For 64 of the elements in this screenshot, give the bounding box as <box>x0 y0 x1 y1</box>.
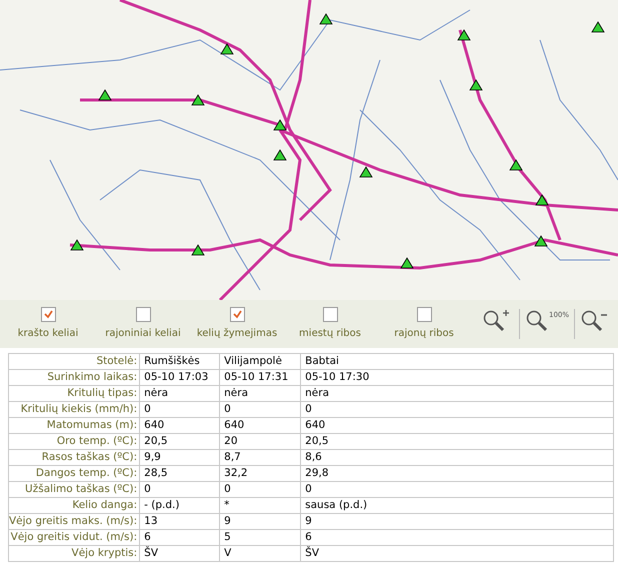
table-cell: 28,5 <box>140 466 220 482</box>
table-cell: V <box>220 546 301 562</box>
row-label: Stotelė: <box>8 354 140 370</box>
table-cell: 0 <box>300 482 614 498</box>
checkbox[interactable] <box>322 307 338 322</box>
checkbox[interactable] <box>416 307 432 322</box>
row-label: Kelio danga: <box>8 498 140 514</box>
table-cell: 13 <box>140 514 220 530</box>
row-label: Dangos temp. (ºC): <box>8 466 140 482</box>
table-cell: ŠV <box>300 546 614 562</box>
table-cell: nėra <box>140 386 220 402</box>
row-label: Oro temp. (ºC): <box>8 434 140 450</box>
table-cell: 9 <box>300 514 614 530</box>
table-cell: 32,2 <box>220 466 301 482</box>
row-label: Surinkimo laikas: <box>8 370 140 386</box>
row-label: Vėjo greitis maks. (m/s): <box>8 514 140 530</box>
checkmark-icon <box>42 309 54 320</box>
table-cell: 6 <box>140 530 220 546</box>
table-cell: - (p.d.) <box>140 498 220 514</box>
table-cell: 05-10 17:31 <box>220 370 301 386</box>
table-cell: 0 <box>140 482 220 498</box>
table-cell: 0 <box>140 402 220 418</box>
table-cell: 20,5 <box>140 434 220 450</box>
table-cell: 0 <box>300 402 614 418</box>
table-cell: nėra <box>300 386 614 402</box>
row-label: Užšalimo taškas (ºC): <box>8 482 140 498</box>
row-label: Kritulių kiekis (mm/h): <box>8 402 140 418</box>
checkbox[interactable] <box>136 307 150 322</box>
table-cell: 29,8 <box>300 466 614 482</box>
table-cell: Babtai <box>300 354 614 370</box>
table-cell: 8,7 <box>220 450 301 466</box>
layer-label: kelių žymejimas <box>196 327 278 341</box>
layer-label: miestų ribos <box>299 327 361 341</box>
table-cell: 05-10 17:30 <box>300 370 614 386</box>
table-cell: Vilijampolė <box>220 354 301 370</box>
table-cell: 5 <box>220 530 301 546</box>
layer-label: krašto keliai <box>18 327 78 341</box>
row-label: Vėjo kryptis: <box>8 546 140 562</box>
table-cell: Rumšiškės <box>140 354 220 370</box>
table-cell: 0 <box>220 402 301 418</box>
layer-label: rajonų ribos <box>394 327 454 341</box>
table-cell: 20 <box>220 434 301 450</box>
table-cell: 640 <box>140 418 220 434</box>
table-cell: 640 <box>220 418 301 434</box>
table-cell: 9,9 <box>140 450 220 466</box>
layer-label: rajoniniai keliai <box>105 327 181 341</box>
table-cell: 20,5 <box>300 434 614 450</box>
table-cell: sausa (p.d.) <box>300 498 614 514</box>
table-cell: 9 <box>220 514 301 530</box>
table-cell: ŠV <box>140 546 220 562</box>
row-label: Vėjo greitis vidut. (m/s): <box>8 530 140 546</box>
row-label: Matomumas (m): <box>8 418 140 434</box>
table-cell: 640 <box>300 418 614 434</box>
table-cell: 05-10 17:03 <box>140 370 220 386</box>
checkmark-icon <box>232 309 242 320</box>
checkbox[interactable] <box>230 307 244 322</box>
table-cell: 8,6 <box>300 450 614 466</box>
table-cell: 0 <box>220 482 301 498</box>
table-cell: 6 <box>300 530 614 546</box>
row-label: Rasos taškas (ºC): <box>8 450 140 466</box>
row-label: Kritulių tipas: <box>8 386 140 402</box>
table-cell: nėra <box>220 386 301 402</box>
checkbox[interactable] <box>40 307 56 322</box>
table-cell: * <box>220 498 301 514</box>
